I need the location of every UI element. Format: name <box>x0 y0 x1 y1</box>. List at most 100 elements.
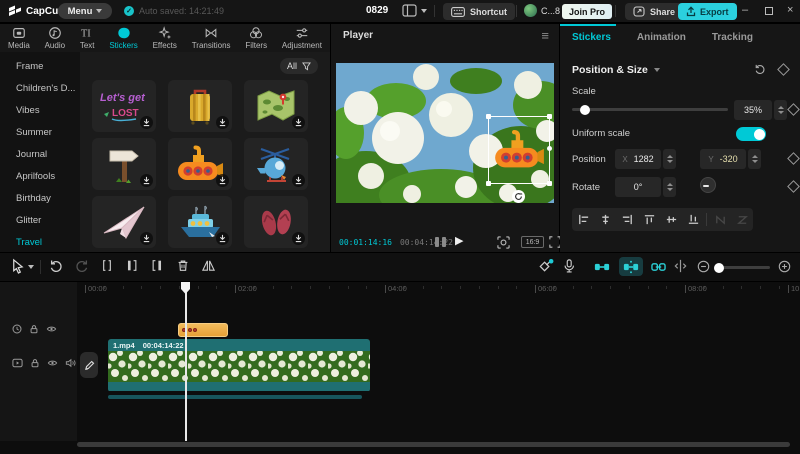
sticker-item-helicopter[interactable] <box>244 138 308 190</box>
clock-icon[interactable] <box>12 324 22 334</box>
position-x-stepper[interactable] <box>663 149 676 169</box>
sidebar-item-vibes[interactable]: Vibes <box>0 100 80 122</box>
download-icon[interactable] <box>292 174 305 187</box>
layout-switcher[interactable] <box>402 4 427 17</box>
lock-icon[interactable] <box>30 358 40 368</box>
download-icon[interactable] <box>140 174 153 187</box>
tab-tracking[interactable]: Tracking <box>712 32 753 43</box>
shortcut-button[interactable]: Shortcut <box>443 3 515 20</box>
rotate-value-field[interactable]: 0° <box>615 177 661 197</box>
play-button[interactable]: ▶ <box>455 234 463 247</box>
join-pro-button[interactable]: Join Pro <box>562 4 612 19</box>
tab-transitions[interactable]: Transitions <box>192 26 231 50</box>
tab-text[interactable]: TI Text <box>80 26 95 50</box>
sticker-item-travel-map[interactable] <box>244 80 308 132</box>
sticker-item-submarine[interactable] <box>168 138 232 190</box>
linking-button[interactable] <box>646 257 670 276</box>
position-y-field[interactable]: Y -320 <box>700 149 746 169</box>
submarine-overlay-sticker[interactable] <box>493 128 545 172</box>
tab-effects[interactable]: Effects <box>153 26 177 50</box>
download-icon[interactable] <box>140 116 153 129</box>
frame-step-icon[interactable] <box>435 237 446 247</box>
sidebar-item-travel[interactable]: Travel <box>0 232 80 252</box>
chevron-down-icon[interactable] <box>28 265 34 269</box>
sticker-filter[interactable]: All <box>280 58 318 74</box>
split-button[interactable] <box>100 258 114 273</box>
scale-stepper[interactable] <box>774 100 787 120</box>
preview-axis-button[interactable] <box>673 259 688 273</box>
download-icon[interactable] <box>292 116 305 129</box>
align-bottom-icon[interactable] <box>682 208 704 231</box>
tab-stickers-settings[interactable]: Stickers <box>572 32 611 43</box>
tab-media[interactable]: Media <box>8 26 30 50</box>
keyframe-icon[interactable] <box>777 63 790 76</box>
aspect-ratio-button[interactable]: 16:9 <box>521 236 544 248</box>
sticker-selection-box[interactable] <box>488 116 550 184</box>
player-menu-icon[interactable]: ≡ <box>541 28 549 43</box>
close-button[interactable]: × <box>787 4 793 17</box>
playhead-line[interactable] <box>185 283 187 441</box>
align-right-icon[interactable] <box>616 208 638 231</box>
tab-animation[interactable]: Animation <box>637 32 686 43</box>
delete-right-button[interactable] <box>150 258 164 273</box>
delete-left-button[interactable] <box>125 258 139 273</box>
align-center-horizontal-icon[interactable] <box>594 208 616 231</box>
video-track-icon[interactable] <box>12 358 23 368</box>
zoom-in-icon[interactable] <box>778 260 791 273</box>
resize-handle[interactable] <box>547 114 552 119</box>
timeline-area[interactable]: 00:0002:0004:0006:0008:0010:00 1.mp4 00:… <box>0 282 800 454</box>
tab-filters[interactable]: Filters <box>245 26 267 50</box>
maximize-button[interactable] <box>765 7 773 15</box>
zoom-out-icon[interactable] <box>697 260 710 273</box>
select-tool[interactable] <box>10 258 25 274</box>
reset-icon[interactable] <box>754 63 766 75</box>
tab-stickers[interactable]: Stickers <box>109 26 137 50</box>
scale-value-field[interactable]: 35% <box>734 100 772 120</box>
section-position-size[interactable]: Position & Size <box>572 64 660 76</box>
sidebar-item-glitter[interactable]: Glitter <box>0 210 80 232</box>
scale-slider-knob[interactable] <box>580 105 590 115</box>
keyframe-tool-button[interactable] <box>537 258 554 274</box>
eye-icon[interactable] <box>47 358 58 368</box>
download-icon[interactable] <box>216 174 229 187</box>
account-label[interactable]: C...8 <box>541 6 560 16</box>
sidebar-item-aprilfools[interactable]: Aprilfools <box>0 166 80 188</box>
minimize-button[interactable]: – <box>742 4 748 17</box>
scale-slider[interactable] <box>572 108 728 111</box>
horizontal-scrollbar[interactable] <box>77 442 790 447</box>
magnetic-snap-button[interactable] <box>590 257 614 276</box>
rotate-dial[interactable] <box>700 177 716 193</box>
sidebar-item-birthday[interactable]: Birthday <box>0 188 80 210</box>
align-top-icon[interactable] <box>638 208 660 231</box>
sidebar-item-frame[interactable]: Frame <box>0 56 80 78</box>
video-clip[interactable]: 1.mp4 00:04:14:22 <box>108 339 370 392</box>
resize-handle[interactable] <box>547 181 552 186</box>
share-button[interactable]: Share <box>625 3 683 20</box>
sticker-item-signpost[interactable] <box>92 138 156 190</box>
scale-keyframe-icon[interactable] <box>787 103 800 116</box>
delete-button[interactable] <box>176 258 190 273</box>
position-x-field[interactable]: X 1282 <box>615 149 661 169</box>
download-icon[interactable] <box>140 232 153 245</box>
align-middle-vertical-icon[interactable] <box>660 208 682 231</box>
tab-audio[interactable]: Audio <box>45 26 65 50</box>
resize-handle[interactable] <box>486 181 491 186</box>
resize-handle[interactable] <box>486 114 491 119</box>
auto-snapping-button[interactable] <box>619 257 643 276</box>
video-preview[interactable] <box>336 63 554 203</box>
sidebar-item-children-s-d-[interactable]: Children's D... <box>0 78 80 100</box>
eye-icon[interactable] <box>46 324 57 334</box>
sticker-item-paper-plane[interactable] <box>92 196 156 248</box>
export-button[interactable]: Export <box>678 3 737 20</box>
align-left-icon[interactable] <box>572 208 594 231</box>
timeline-zoom-knob[interactable] <box>714 263 724 273</box>
sticker-item-ship[interactable] <box>168 196 232 248</box>
position-keyframe-icon[interactable] <box>787 152 800 165</box>
tab-adjustment[interactable]: Adjustment <box>282 26 322 50</box>
preview-quality-icon[interactable] <box>497 236 510 249</box>
sidebar-item-journal[interactable]: Journal <box>0 144 80 166</box>
rotate-handle[interactable] <box>512 190 525 203</box>
uniform-scale-toggle[interactable] <box>736 127 766 141</box>
mirror-button[interactable] <box>201 258 216 273</box>
edit-pencil-button[interactable] <box>80 352 98 378</box>
